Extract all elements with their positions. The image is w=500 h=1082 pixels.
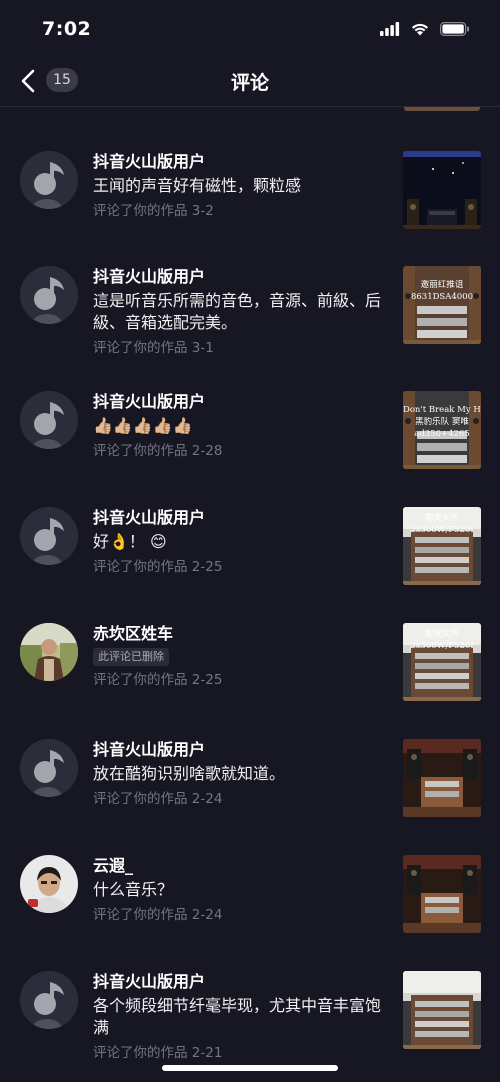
comment-meta: 评论了你的作品 2-24 [93, 907, 223, 923]
comment-text-block: 抖音火山版用户 王闻的声音好有磁性，颗粒感 评论了你的作品 3-2 [93, 151, 393, 221]
comment-text-block: 抖音火山版用户 👍🏼👍🏼👍🏼👍🏼👍🏼 评论了你的作品 2-28 [93, 391, 393, 461]
comment-text-block: 抖音火山版用户 放在酷狗识别啥歌就知道。 评论了你的作品 2-24 [93, 739, 393, 809]
deleted-comment-row: 此评论已删除 [93, 645, 393, 666]
video-thumbnail[interactable] [403, 151, 481, 229]
video-thumbnail[interactable]: Don't Break My Heart 黑豹乐队 窦唯 ad350+4265 [403, 391, 481, 469]
avatar[interactable] [20, 855, 78, 913]
avatar[interactable] [20, 151, 78, 209]
user-photo-avatar [20, 855, 78, 913]
default-avatar-icon [20, 507, 78, 565]
comment-meta: 评论了你的作品 2-25 [93, 559, 223, 575]
thumbnail-caption: 2x300W/F520I [410, 525, 474, 535]
avatar[interactable] [20, 971, 78, 1029]
wifi-icon [410, 21, 430, 40]
thumbnail-caption: 甜美女声 [424, 629, 459, 639]
thumbnail-caption: 甜美女声 [424, 513, 459, 523]
comment-text: 這是听音乐所需的音色，音源、前級、后級、音箱选配完美。 [93, 291, 382, 332]
comment-text: 👍🏼👍🏼👍🏼👍🏼👍🏼 [93, 416, 193, 435]
thumbnail-caption: ad350+4265 [414, 429, 470, 439]
username[interactable]: 抖音火山版用户 [93, 971, 393, 993]
comment-text: 各个频段细节纤毫毕现，尤其中音丰富饱满 [93, 996, 382, 1037]
comment-text: 放在酷狗识别啥歌就知道。 [93, 764, 286, 783]
thumbnail-caption: 8631DSA4000 [410, 292, 474, 302]
comment-item[interactable]: 赤坎区姓车此评论已删除评论了你的作品 2-25 甜美女声 2x300W/F520I [0, 623, 500, 723]
comment-text: 王闻的声音好有磁性，颗粒感 [93, 176, 302, 195]
video-thumbnail-image [403, 151, 481, 229]
thumbnail-caption: 邀丽红推诅 [420, 280, 464, 290]
avatar[interactable] [20, 507, 78, 565]
comment-meta: 评论了你的作品 2-25 [93, 672, 223, 688]
page-title: 评论 [230, 72, 269, 94]
video-thumbnail-image [403, 971, 481, 1049]
status-time: 7:02 [42, 18, 92, 40]
comment-meta: 评论了你的作品 2-28 [93, 443, 223, 459]
user-photo-avatar [20, 623, 78, 681]
deleted-comment-badge: 此评论已删除 [93, 648, 169, 666]
username[interactable]: 抖音火山版用户 [93, 507, 393, 529]
username[interactable]: 抖音火山版用户 [93, 151, 393, 173]
comment-text-block: 抖音火山版用户各个频段细节纤毫毕现，尤其中音丰富饱满评论了你的作品 2-21 [93, 971, 393, 1063]
video-thumbnail[interactable] [403, 855, 481, 933]
home-indicator[interactable] [162, 1065, 338, 1071]
username[interactable]: 云遐_ [93, 855, 393, 877]
status-bar: 7:02 [0, 0, 500, 56]
comment-item[interactable]: 抖音火山版用户 好👌！ 😊 评论了你的作品 2-25 甜美女声 2x300W/F520I [0, 507, 500, 607]
avatar[interactable] [20, 623, 78, 681]
video-thumbnail-image [403, 855, 481, 933]
battery-icon [440, 21, 470, 40]
comment-text-block: 抖音火山版用户這是听音乐所需的音色，音源、前級、后級、音箱选配完美。评论了你的作… [93, 266, 393, 358]
default-avatar-icon [20, 971, 78, 1029]
video-thumbnail-image [403, 739, 481, 817]
video-thumbnail[interactable]: 甜美女声 2x300W/F520I [403, 623, 481, 701]
avatar[interactable] [20, 266, 78, 324]
thumbnail-caption: 2x300W/F520I [410, 641, 474, 651]
comment-meta: 评论了你的作品 3-1 [93, 340, 214, 356]
thumbnail-caption: 黑豹乐队 窦唯 [415, 417, 469, 427]
comment-meta: 评论了你的作品 3-2 [93, 203, 214, 219]
comment-meta: 评论了你的作品 2-21 [93, 1045, 223, 1061]
video-thumbnail[interactable] [403, 739, 481, 817]
default-avatar-icon [20, 266, 78, 324]
default-avatar-icon [20, 151, 78, 209]
comment-text: 什么音乐？ [93, 880, 174, 899]
nav-bar: 15 评论 [0, 56, 500, 107]
comment-item[interactable]: 抖音火山版用户 王闻的声音好有磁性，颗粒感 评论了你的作品 3-2 [0, 151, 500, 251]
avatar[interactable] [20, 739, 78, 797]
video-thumbnail[interactable]: 邀丽红推诅 8631DSA4000 [403, 266, 481, 344]
comment-item[interactable]: 云遐_ 什么音乐？ 评论了你的作品 2-24 [0, 855, 500, 955]
previous-item-thumbnail-edge [404, 107, 480, 111]
signal-icon [380, 21, 400, 40]
avatar[interactable] [20, 391, 78, 449]
video-thumbnail[interactable]: 甜美女声 2x300W/F520I [403, 507, 481, 585]
comment-text-block: 云遐_ 什么音乐？ 评论了你的作品 2-24 [93, 855, 393, 925]
comment-text-block: 抖音火山版用户 好👌！ 😊 评论了你的作品 2-25 [93, 507, 393, 577]
username[interactable]: 抖音火山版用户 [93, 391, 393, 413]
username[interactable]: 抖音火山版用户 [93, 266, 393, 288]
comment-item[interactable]: 抖音火山版用户這是听音乐所需的音色，音源、前級、后級、音箱选配完美。评论了你的作… [0, 266, 500, 366]
video-thumbnail[interactable] [403, 971, 481, 1049]
comment-item[interactable]: 抖音火山版用户 👍🏼👍🏼👍🏼👍🏼👍🏼 评论了你的作品 2-28 Don't Break… [0, 391, 500, 491]
default-avatar-icon [20, 391, 78, 449]
comment-text-block: 赤坎区姓车此评论已删除评论了你的作品 2-25 [93, 623, 393, 690]
comment-item[interactable]: 抖音火山版用户各个频段细节纤毫毕现，尤其中音丰富饱满评论了你的作品 2-21 [0, 971, 500, 1071]
status-icons [380, 21, 470, 40]
video-thumbnail-image [403, 266, 481, 344]
comment-text: 好👌！ 😊 [93, 532, 167, 551]
comment-item[interactable]: 抖音火山版用户 放在酷狗识别啥歌就知道。 评论了你的作品 2-24 [0, 739, 500, 839]
comment-meta: 评论了你的作品 2-24 [93, 791, 223, 807]
thumbnail-caption: Don't Break My Heart [403, 405, 481, 415]
username[interactable]: 抖音火山版用户 [93, 739, 393, 761]
default-avatar-icon [20, 739, 78, 797]
username[interactable]: 赤坎区姓车 [93, 623, 393, 645]
